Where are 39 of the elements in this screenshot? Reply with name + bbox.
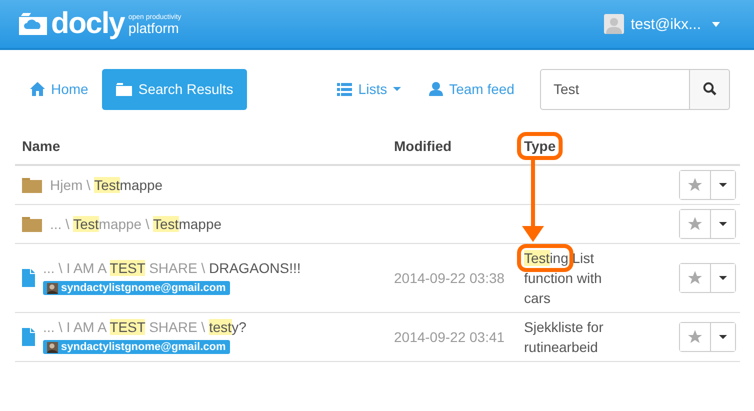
owner-badge: syndactylistgnome@gmail.com <box>43 281 230 296</box>
search-field[interactable]: Test <box>540 68 690 110</box>
home-icon <box>30 82 45 96</box>
item-name[interactable]: ... \ Testmappe \ Testmappe <box>50 215 222 233</box>
cloud-folder-icon <box>19 13 47 35</box>
avatar-icon <box>47 282 58 294</box>
folder-icon <box>116 82 132 96</box>
owner-badge: syndactylistgnome@gmail.com <box>43 340 230 354</box>
column-header: Type <box>517 124 667 166</box>
caret-icon <box>719 335 727 339</box>
folder-icon <box>22 177 42 193</box>
item-name[interactable]: ... \ I AM A TEST SHARE \ DRAGAONS!!! <box>43 259 301 278</box>
list-icon <box>337 82 352 96</box>
column-header: Name <box>15 124 387 166</box>
logo-subtitle: platform <box>128 20 179 34</box>
person-icon <box>429 82 444 96</box>
avatar-icon <box>47 342 58 353</box>
logo-text: docly <box>51 9 124 39</box>
caret-icon <box>719 276 727 280</box>
document-icon <box>22 269 35 287</box>
caret-icon <box>719 222 727 226</box>
modified-date: 2014-09-22 03:41 <box>394 329 505 345</box>
column-header: Modified <box>387 124 517 166</box>
avatar-icon <box>604 14 624 34</box>
search-button[interactable] <box>690 68 730 110</box>
item-name[interactable]: ... \ I AM A TEST SHARE \ testy? <box>43 318 246 336</box>
item-name[interactable]: Hjem \ Testmappe <box>50 176 163 194</box>
search-icon <box>702 82 717 96</box>
options-button[interactable] <box>710 210 735 238</box>
options-button[interactable] <box>710 323 735 351</box>
folder-icon <box>22 216 42 232</box>
caret-icon <box>712 22 720 26</box>
options-button[interactable] <box>710 264 735 292</box>
caret-icon <box>719 183 727 187</box>
options-button[interactable] <box>710 171 735 199</box>
caret-icon <box>393 87 402 91</box>
modified-date: 2014-09-22 03:38 <box>394 270 505 286</box>
item-type: Sjekkliste for rutinearbeid <box>524 318 604 357</box>
document-icon <box>22 328 35 346</box>
